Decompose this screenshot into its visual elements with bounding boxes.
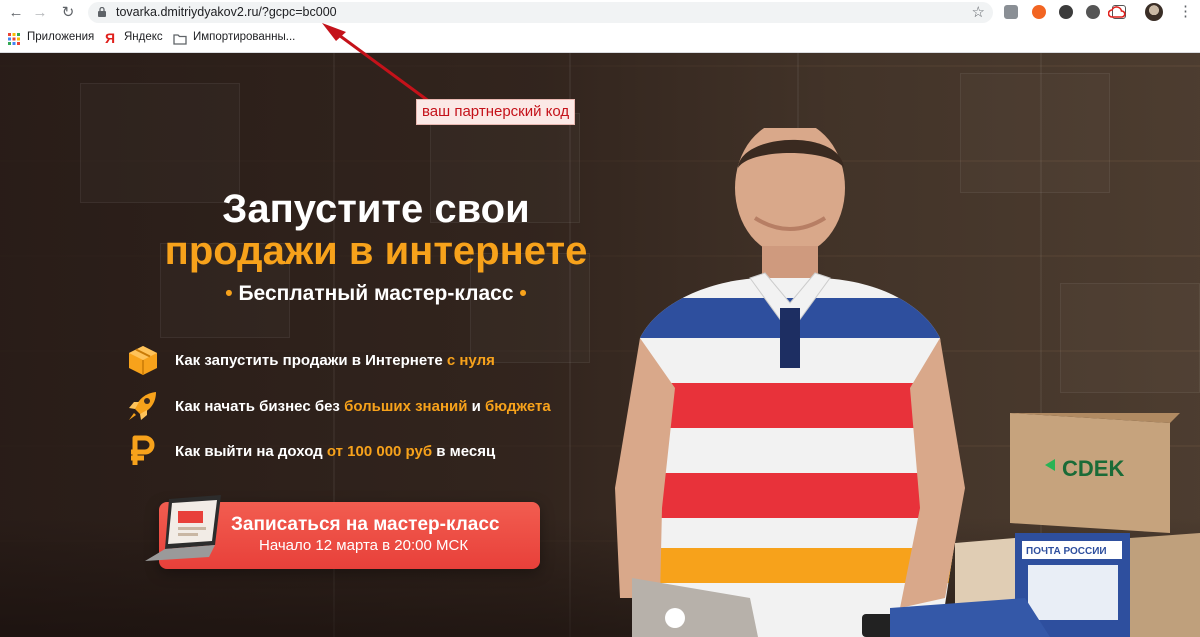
feature-text-part: Как запустить продажи в Интернете: [175, 352, 447, 369]
feature-highlight: бюджета: [485, 398, 551, 415]
laptop-icon: [145, 495, 221, 561]
delivery-boxes: CDEK ПОЧТА РОССИИ: [890, 413, 1200, 637]
feature-highlight: больших знаний: [344, 398, 468, 415]
folder-icon: [173, 34, 187, 45]
feature-highlight: от 100 000 руб: [326, 443, 433, 460]
profile-avatar[interactable]: [1145, 3, 1163, 21]
bookmarks-bar: Приложения Я Яндекс Импортированны...: [0, 26, 1200, 53]
background-box: [1060, 283, 1200, 393]
feature-text: Как начать бизнес без больших знаний и б…: [175, 398, 551, 415]
apps-grid-icon: [8, 33, 20, 45]
signup-button-subtitle: Начало 12 марта в 20:00 МСК: [259, 537, 469, 554]
extension-icon[interactable]: [1059, 5, 1073, 19]
hero-subtitle-text: Бесплатный мастер-класс: [238, 282, 514, 305]
feature-text: Как выйти на доход от 100 000 руб в меся…: [175, 443, 495, 460]
feature-text-part: Как начать бизнес без: [175, 398, 345, 415]
extension-icon[interactable]: [1004, 5, 1018, 19]
yandex-icon: Я: [105, 30, 116, 46]
cloud-icon[interactable]: [1108, 6, 1126, 18]
hero-section: Запустите свои продажи в интернете • Бес…: [0, 53, 1200, 637]
browser-toolbar: ← → ↻ tovarka.dmitriydyakov2.ru/?gcpc=bc…: [0, 0, 1200, 26]
bookmark-star-icon[interactable]: ☆: [972, 3, 985, 21]
box-icon: [129, 346, 157, 375]
background-box: [80, 83, 240, 203]
extension-icon[interactable]: [1032, 5, 1046, 19]
feature-text-part: и: [467, 398, 486, 415]
bookmark-apps[interactable]: Приложения: [27, 31, 94, 43]
annotation-label: ваш партнерский код: [416, 99, 576, 125]
feature-highlight: с нуля: [446, 352, 495, 369]
lock-icon: [98, 7, 106, 17]
forward-icon[interactable]: →: [30, 3, 50, 23]
post-label: ПОЧТА РОССИИ: [1026, 546, 1107, 557]
feature-text-part: в месяц: [432, 443, 496, 460]
reload-icon[interactable]: ↻: [58, 3, 78, 23]
address-bar[interactable]: tovarka.dmitriydyakov2.ru/?gcpc=bc000 ☆: [88, 2, 993, 23]
back-icon[interactable]: ←: [6, 3, 26, 23]
bookmark-yandex[interactable]: Яндекс: [124, 31, 163, 43]
signup-button-title: Записаться на мастер-класс: [231, 514, 500, 535]
bookmark-imported[interactable]: Импортированны...: [193, 31, 295, 43]
rocket-icon: [129, 392, 156, 420]
feature-text-part: Как выйти на доход: [175, 443, 327, 460]
url-text[interactable]: tovarka.dmitriydyakov2.ru/?gcpc=bc000: [116, 5, 337, 19]
feature-text: Как запустить продажи в Интернете с нуля: [175, 352, 495, 369]
ruble-icon: [131, 435, 155, 465]
cdek-label: CDEK: [1062, 456, 1124, 481]
extension-icon[interactable]: [1086, 5, 1100, 19]
menu-icon[interactable]: ⋮: [1178, 2, 1193, 20]
